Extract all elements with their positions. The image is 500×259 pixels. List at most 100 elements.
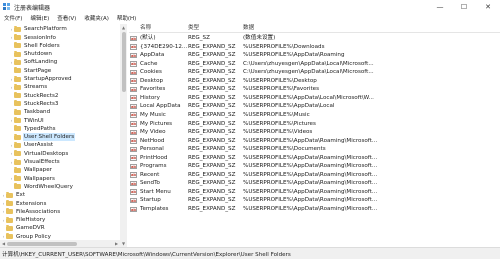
value-type: REG_EXPAND_SZ — [188, 197, 236, 204]
value-name: (默认) — [140, 35, 156, 41]
tree-item[interactable]: › TWinUI — [9, 116, 45, 125]
tree-item[interactable]: › Wallpapers — [9, 174, 56, 183]
minimize-button[interactable]: — — [428, 0, 452, 14]
string-value-icon: ab — [130, 189, 137, 195]
value-name: SendTo — [140, 180, 160, 187]
value-row[interactable]: ab NetHood REG_EXPAND_SZ %USERPROFILE%\AppD… — [129, 137, 500, 146]
tree-item[interactable]: › SoftLanding — [9, 58, 58, 67]
tree-hscroll-thumb[interactable] — [7, 241, 77, 246]
value-row[interactable]: ab (默认) REG_SZ (数值未设置) — [129, 34, 500, 43]
value-type: REG_EXPAND_SZ — [188, 43, 236, 50]
scroll-left-arrow-icon[interactable]: ◀ — [0, 240, 7, 247]
value-row[interactable]: ab My Pictures REG_EXPAND_SZ %USERPROFILE%\… — [129, 120, 500, 129]
scroll-up-arrow-icon[interactable]: ▲ — [120, 24, 127, 31]
string-value-icon: ab — [130, 44, 137, 50]
value-row[interactable]: ab Programs REG_EXPAND_SZ %USERPROFILE%\App… — [129, 162, 500, 171]
column-header-name[interactable]: 名称 — [140, 24, 151, 33]
value-name: Desktop — [140, 77, 164, 84]
menu-view[interactable]: 查看(V) — [53, 14, 80, 24]
string-value-icon: ab — [130, 163, 137, 170]
string-value-icon: ab — [130, 138, 137, 144]
folder-icon — [14, 34, 21, 41]
tree-item-label: FileAssociations — [16, 208, 61, 215]
folder-icon — [14, 150, 21, 157]
value-data: %USERPROFILE%\Documents — [243, 146, 326, 153]
tree-item[interactable]: Shell Folders — [9, 42, 61, 51]
tree-item-label: GameDVR — [16, 225, 45, 232]
value-row[interactable]: ab Templates REG_EXPAND_SZ %USERPROFILE%\Ap… — [129, 205, 500, 214]
tree-item[interactable]: › SearchPlatform — [9, 25, 68, 34]
values-header: 名称 类型 数据 — [129, 24, 500, 33]
tree-item[interactable]: StuckRects3 — [9, 100, 59, 109]
value-row[interactable]: ab Startup REG_EXPAND_SZ %USERPROFILE%\AppD… — [129, 196, 500, 205]
tree-vertical-scrollbar[interactable]: ▲ ▼ — [120, 24, 127, 247]
tree-item[interactable]: › Extensions — [1, 199, 47, 208]
value-type: REG_EXPAND_SZ — [188, 171, 236, 178]
close-button[interactable]: ✕ — [476, 0, 500, 14]
tree-item[interactable]: StuckRects2 — [9, 91, 59, 100]
value-row[interactable]: ab {374DE290-12... REG_EXPAND_SZ %USERPROFI… — [129, 43, 500, 52]
menu-favorites[interactable]: 收藏夹(A) — [80, 14, 113, 24]
value-row[interactable]: ab Cookies REG_EXPAND_SZ C:\Users\zhuyesgen… — [129, 68, 500, 77]
tree-item[interactable]: › Ext — [1, 191, 26, 200]
tree-scroll-thumb[interactable] — [121, 32, 126, 92]
tree-item-label: FileHistory — [16, 217, 46, 224]
value-name: Programs — [140, 163, 167, 170]
regedit-icon — [3, 3, 11, 11]
tree-item[interactable]: › UserAssist — [9, 141, 54, 150]
status-bar: 计算机\HKEY_CURRENT_USER\SOFTWARE\Microsoft… — [0, 247, 500, 259]
menu-edit[interactable]: 编辑(E) — [26, 14, 53, 24]
tree-item[interactable]: › StartupApproved — [9, 75, 73, 84]
tree-horizontal-scrollbar[interactable]: ◀ ▶ — [0, 240, 120, 247]
value-type: REG_EXPAND_SZ — [188, 120, 236, 127]
tree-item-label: Streams — [24, 84, 48, 91]
value-type: REG_EXPAND_SZ — [188, 94, 236, 101]
column-header-type[interactable]: 类型 — [188, 24, 199, 33]
registry-tree[interactable]: › SearchPlatform › SessionInfo Shell Folders… — [0, 24, 127, 247]
tree-item[interactable]: Taskband — [9, 108, 51, 117]
value-row[interactable]: ab SendTo REG_EXPAND_SZ %USERPROFILE%\AppDa… — [129, 179, 500, 188]
value-row[interactable]: ab My Music REG_EXPAND_SZ %USERPROFILE%\Mus… — [129, 111, 500, 120]
value-row[interactable]: ab Start Menu REG_EXPAND_SZ %USERPROFILE%\A… — [129, 188, 500, 197]
tree-item[interactable]: › FileHistory — [1, 216, 46, 225]
value-type: REG_EXPAND_SZ — [188, 163, 236, 170]
tree-item[interactable]: User Shell Folders — [9, 133, 76, 142]
menu-help[interactable]: 帮助(H) — [113, 14, 140, 24]
tree-item[interactable]: › VisualEffects — [9, 158, 61, 167]
tree-item[interactable]: TypedPaths — [9, 125, 57, 134]
value-data: %USERPROFILE%\AppData\Local\Microsoft\W.… — [243, 94, 374, 101]
column-header-data[interactable]: 数据 — [243, 24, 254, 33]
values-list[interactable]: 名称 类型 数据 ab (默认) REG_SZ (数值未设置) ab {374DE290-… — [129, 24, 500, 247]
value-row[interactable]: ab Favorites REG_EXPAND_SZ %USERPROFILE%\Fa… — [129, 85, 500, 94]
menu-file[interactable]: 文件(F) — [0, 14, 26, 24]
tree-item[interactable]: › SessionInfo — [9, 33, 57, 42]
value-row[interactable]: ab Desktop REG_EXPAND_SZ %USERPROFILE%\Desk… — [129, 77, 500, 86]
value-row[interactable]: ab History REG_EXPAND_SZ %USERPROFILE%\AppD… — [129, 94, 500, 103]
tree-item[interactable]: GameDVR — [1, 224, 46, 233]
scroll-down-arrow-icon[interactable]: ▼ — [120, 240, 127, 247]
value-row[interactable]: ab AppData REG_EXPAND_SZ %USERPROFILE%\AppD… — [129, 51, 500, 60]
string-value-icon: ab — [130, 155, 137, 161]
value-row[interactable]: ab Personal REG_EXPAND_SZ %USERPROFILE%\Doc… — [129, 145, 500, 154]
folder-icon — [14, 67, 21, 74]
maximize-button[interactable]: ☐ — [452, 0, 476, 14]
tree-item[interactable]: › Streams — [9, 83, 48, 92]
value-row[interactable]: ab Recent REG_EXPAND_SZ %USERPROFILE%\AppDa… — [129, 171, 500, 180]
value-type: REG_EXPAND_SZ — [188, 180, 236, 187]
title-bar[interactable]: 注册表编辑器 — ☐ ✕ — [0, 0, 500, 14]
value-name: AppData — [140, 52, 165, 59]
tree-item[interactable]: Wallpaper — [9, 166, 53, 175]
tree-item[interactable]: › FileAssociations — [1, 208, 61, 217]
value-row[interactable]: ab My Video REG_EXPAND_SZ %USERPROFILE%\Vid… — [129, 128, 500, 137]
tree-item[interactable]: WordWheelQuery — [9, 183, 74, 192]
tree-item[interactable]: StartPage — [9, 67, 52, 76]
tree-item[interactable]: › VirtualDesktops — [9, 150, 69, 159]
folder-icon — [14, 108, 21, 115]
value-type: REG_EXPAND_SZ — [188, 69, 236, 76]
tree-item[interactable]: Shutdown — [9, 50, 53, 59]
value-row[interactable]: ab Cache REG_EXPAND_SZ C:\Users\zhuyesgen\A… — [129, 60, 500, 69]
value-row[interactable]: ab Local AppData REG_EXPAND_SZ %USERPROFILE… — [129, 102, 500, 111]
string-value-icon: ab — [130, 121, 137, 127]
value-row[interactable]: ab PrintHood REG_EXPAND_SZ %USERPROFILE%\Ap… — [129, 154, 500, 163]
scroll-right-arrow-icon[interactable]: ▶ — [113, 240, 120, 247]
